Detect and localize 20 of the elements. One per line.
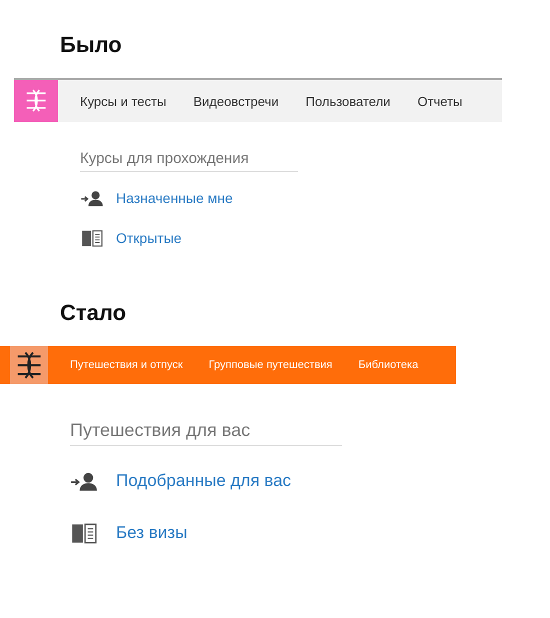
section-heading: Курсы для прохождения	[80, 150, 298, 172]
nav-tab[interactable]: Видеовстречи	[193, 94, 279, 108]
section-heading: Путешествия для вас	[70, 420, 342, 446]
nav-tab[interactable]: Пользователи	[306, 94, 390, 108]
panel-title: Стало	[60, 300, 128, 326]
book-icon	[70, 522, 98, 544]
book-icon	[80, 229, 104, 247]
section-link[interactable]: Подобранные для вас	[116, 471, 292, 491]
nav-tab[interactable]: Групповые путешествия	[208, 359, 332, 371]
nav-tab[interactable]: Отчеты	[417, 94, 462, 108]
logo-icon[interactable]	[10, 346, 48, 384]
person-arrow-icon	[70, 470, 98, 492]
nav-tab[interactable]: Путешествия и отпуск	[70, 359, 183, 371]
person-arrow-icon	[80, 189, 104, 207]
section-link[interactable]: Открытые	[116, 230, 182, 246]
nav-tab[interactable]: Библиотека	[358, 359, 418, 371]
section-link[interactable]: Назначенные мне	[116, 190, 233, 206]
nav-tab[interactable]: Курсы и тесты	[80, 94, 166, 108]
section-link[interactable]: Без визы	[116, 523, 188, 543]
panel-title: Было	[60, 32, 123, 58]
